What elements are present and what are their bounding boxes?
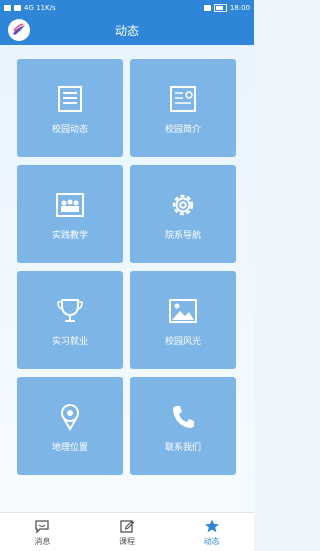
message-icon — [35, 519, 49, 534]
trophy-icon — [57, 298, 83, 322]
bottom-tabbar: 消息 课程 动态 — [0, 512, 254, 551]
tile-label: 院系导航 — [164, 230, 201, 241]
status-left: 4G 11K/s — [4, 4, 56, 12]
tile-label: 实习就业 — [51, 336, 88, 347]
tile-department-nav[interactable]: 院系导航 — [130, 165, 236, 263]
tab-messages[interactable]: 消息 — [7, 518, 77, 547]
certificate-icon — [170, 85, 196, 112]
star-icon — [204, 519, 219, 532]
tile-label: 校园简介 — [164, 124, 201, 135]
page-title: 动态 — [114, 23, 139, 38]
battery-icon — [213, 3, 227, 12]
app-logo-icon — [13, 23, 25, 35]
gear-icon — [172, 194, 194, 215]
status-bar: 4G 11K/s 18:00 — [0, 0, 254, 15]
edit-icon — [120, 519, 135, 533]
tab-courses[interactable]: 课程 — [92, 518, 162, 547]
tile-practice-teaching[interactable]: 实践教学 — [17, 165, 123, 263]
wifi-icon — [14, 4, 21, 11]
tile-label: 校园风光 — [164, 336, 201, 347]
network-speed: 4G 11K/s — [24, 3, 56, 12]
bluetooth-icon — [203, 4, 211, 11]
landscape-icon — [169, 298, 197, 323]
app-logo — [8, 19, 30, 41]
tab-label: 课程 — [118, 536, 135, 546]
phone-icon — [173, 405, 194, 428]
status-time: 18:00 — [229, 3, 250, 12]
tile-label: 实践教学 — [51, 230, 88, 241]
location-pin-icon — [61, 403, 79, 431]
tile-label: 地理位置 — [51, 442, 88, 453]
tile-contact-us[interactable]: 联系我们 — [130, 377, 236, 475]
signal-icon — [4, 4, 11, 11]
tab-label: 消息 — [34, 536, 51, 546]
tab-dynamics[interactable]: 动态 — [177, 518, 247, 547]
tile-location[interactable]: 地理位置 — [17, 377, 123, 475]
tile-campus-news[interactable]: 校园动态 — [17, 59, 123, 157]
news-icon — [58, 85, 82, 112]
tile-label: 校园动态 — [51, 124, 88, 135]
tab-label: 动态 — [203, 536, 220, 546]
status-right: 18:00 — [203, 3, 250, 12]
tile-campus-scenery[interactable]: 校园风光 — [130, 271, 236, 369]
tile-internship-employment[interactable]: 实习就业 — [17, 271, 123, 369]
group-photo-icon — [56, 192, 84, 217]
tile-label: 联系我们 — [164, 442, 201, 453]
main-grid: 校园动态 校园简介 实践教学 院系导航 实习就业 校园风光 地理位置 联系我们 — [0, 45, 254, 512]
tile-campus-intro[interactable]: 校园简介 — [130, 59, 236, 157]
header: 动态 — [0, 15, 254, 45]
